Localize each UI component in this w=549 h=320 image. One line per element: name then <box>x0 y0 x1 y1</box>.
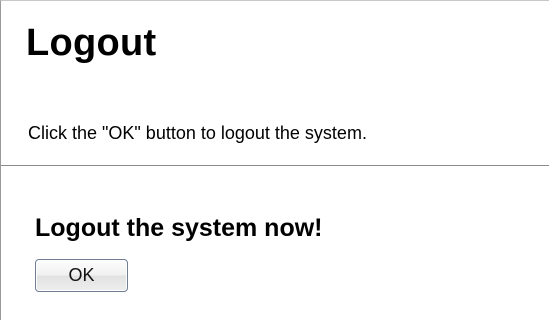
logout-page: Logout Click the "OK" button to logout t… <box>0 0 549 320</box>
logout-instructions: Click the "OK" button to logout the syst… <box>28 123 367 143</box>
page-title: Logout <box>26 22 157 64</box>
logout-confirm-heading: Logout the system now! <box>35 214 323 242</box>
ok-button[interactable]: OK <box>35 259 128 292</box>
section-divider <box>1 165 549 166</box>
